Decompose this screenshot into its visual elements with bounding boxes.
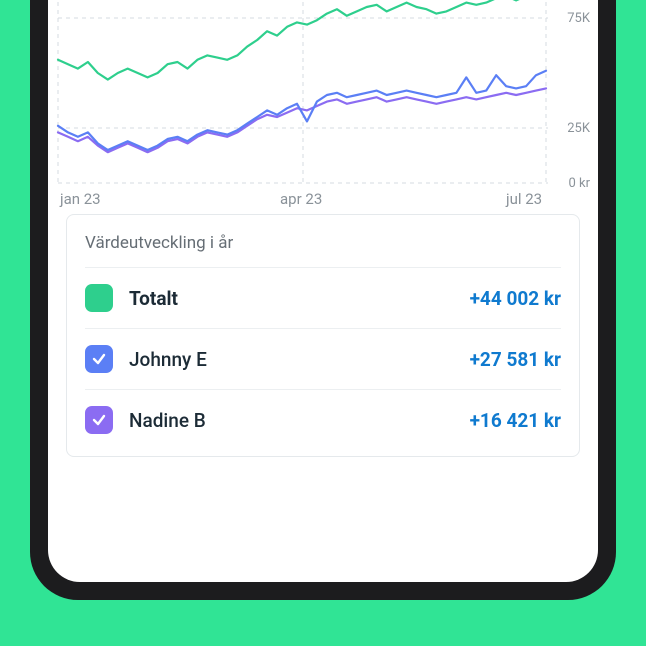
line-chart[interactable]: 75K 25K 0 kr jan 23 apr 23 jul 23 — [48, 0, 598, 208]
legend-name: Totalt — [129, 287, 470, 310]
legend-panel: Värdeutveckling i år Totalt +44 002 kr J… — [66, 214, 580, 457]
legend-row-johnny[interactable]: Johnny E +27 581 kr — [85, 328, 561, 389]
phone-screen: 75K 25K 0 kr jan 23 apr 23 jul 23 Värdeu… — [48, 0, 598, 582]
chart-svg: 75K 25K 0 kr jan 23 apr 23 jul 23 — [48, 0, 598, 208]
y-tick-25k: 25K — [567, 121, 591, 136]
legend-name: Nadine B — [129, 409, 470, 432]
series-total — [58, 0, 546, 80]
legend-name: Johnny E — [129, 348, 470, 371]
legend-row-nadine[interactable]: Nadine B +16 421 kr — [85, 389, 561, 450]
legend-value: +27 581 kr — [470, 348, 561, 371]
y-tick-0: 0 kr — [568, 176, 590, 191]
x-tick-apr: apr 23 — [280, 190, 322, 208]
y-tick-75k: 75K — [567, 11, 591, 26]
legend-value: +16 421 kr — [470, 409, 561, 432]
series-johnny — [58, 71, 546, 150]
legend-title: Värdeutveckling i år — [85, 233, 561, 253]
square-swatch-icon — [85, 284, 113, 312]
legend-row-total[interactable]: Totalt +44 002 kr — [85, 267, 561, 328]
x-tick-jul: jul 23 — [505, 190, 542, 208]
checkbox-icon[interactable] — [85, 406, 113, 434]
phone-frame: 75K 25K 0 kr jan 23 apr 23 jul 23 Värdeu… — [30, 0, 616, 600]
legend-value: +44 002 kr — [470, 287, 561, 310]
checkbox-icon[interactable] — [85, 345, 113, 373]
x-tick-jan: jan 23 — [59, 190, 101, 208]
